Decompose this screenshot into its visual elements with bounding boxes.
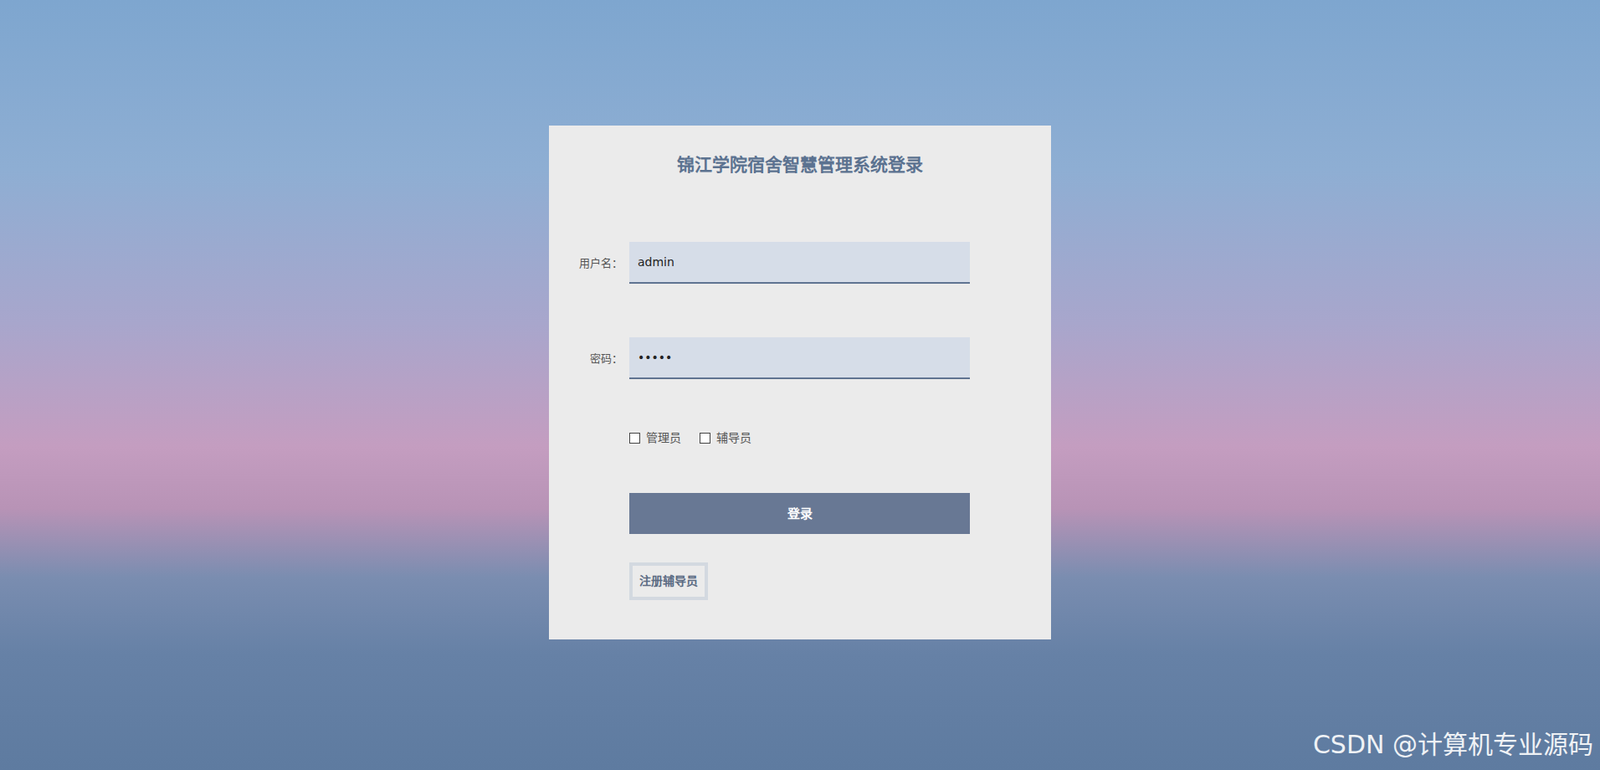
field-label: 用户名： (548, 255, 623, 272)
role-option[interactable]: 管理员 (629, 429, 682, 447)
role-group: 管理员 辅导员 (629, 429, 1052, 447)
role-label: 管理员 (646, 429, 682, 447)
login-page: 锦江学院宿舍智慧管理系统登录用户名： 密码： 管理员 辅导员登录注册辅导员 CSDN @… (0, 0, 1600, 770)
field-row: 密码： (548, 337, 1052, 380)
role-label: 辅导员 (716, 429, 752, 447)
field-row: 用户名： (548, 241, 1052, 284)
role-checkbox[interactable] (629, 432, 641, 444)
role-checkbox[interactable] (699, 432, 711, 444)
role-option[interactable]: 辅导员 (699, 429, 752, 447)
watermark: CSDN @计算机专业源码 (1312, 725, 1594, 764)
register-button[interactable]: 注册辅导员 (629, 562, 708, 600)
login-card: 锦江学院宿舍智慧管理系统登录用户名： 密码： 管理员 辅导员登录注册辅导员 (548, 125, 1052, 640)
username-input[interactable] (629, 241, 970, 284)
login-title: 锦江学院宿舍智慧管理系统登录 (548, 153, 1052, 177)
field-label: 密码： (548, 350, 623, 368)
login-button[interactable]: 登录 (629, 492, 970, 534)
password-input[interactable] (629, 337, 970, 380)
